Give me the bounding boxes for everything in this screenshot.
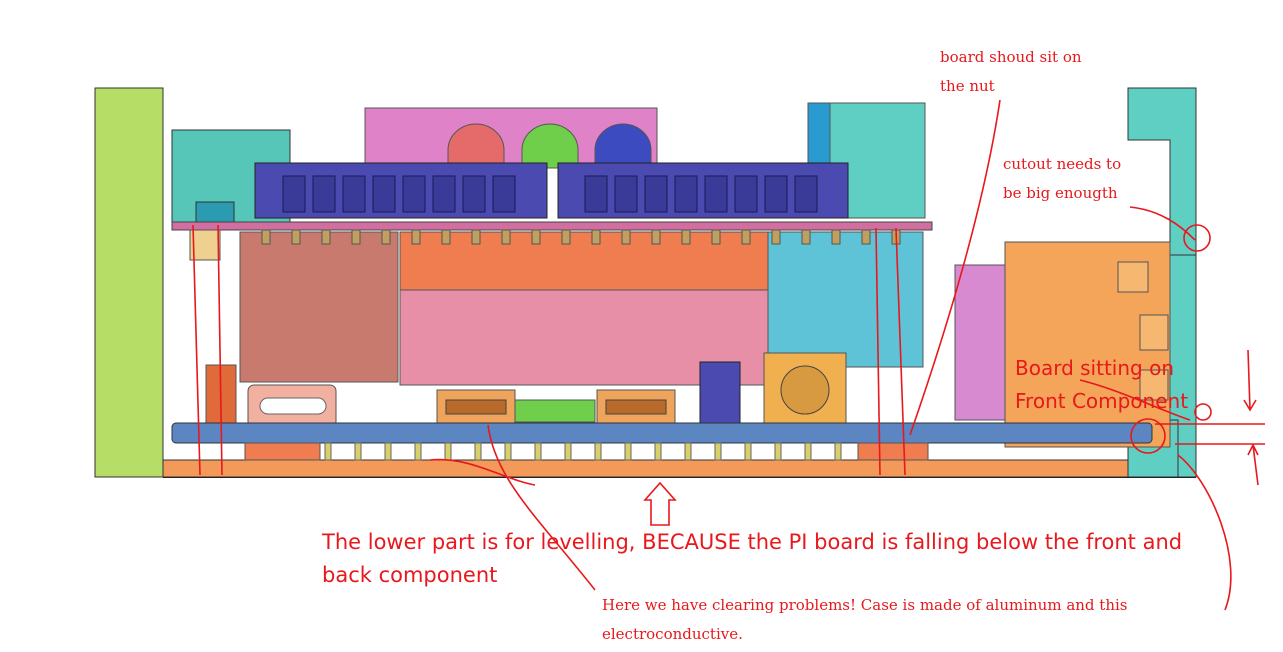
green-component [514,399,596,423]
drawing-canvas: board shoud sit on the nut cutout needs … [0,0,1283,648]
blue-switch [699,361,741,425]
note-clearing-line-1: Here we have clearing problems! Case is … [602,596,1128,614]
note-nut-line-1: board shoud sit on [940,48,1082,66]
note-levelling-line-2: back component [322,563,498,587]
upper-pcb [171,221,933,231]
pink-side-part [954,264,1006,421]
note-cutout: cutout needs to be big enougth [1003,150,1121,208]
note-levelling-line-1: The lower part is for levelling, BECAUSE… [322,530,1183,554]
note-cutout-line-2: be big enougth [1003,184,1118,202]
note-nut-line-2: the nut [940,77,995,95]
note-nut: board shoud sit on the nut [940,43,1082,101]
note-front-component: Board sitting on Front Component [1015,352,1188,418]
note-levelling: The lower part is for levelling, BECAUSE… [322,526,1182,592]
note-front-line-1: Board sitting on [1015,356,1174,380]
base-plate [162,459,1129,478]
note-front-line-2: Front Component [1015,389,1189,413]
right-foot [857,442,929,461]
note-clearing: Here we have clearing problems! Case is … [602,591,1127,649]
note-clearing-line-2: electroconductive. [602,625,743,643]
brown-block [239,231,399,383]
case-left-wall [94,87,164,478]
note-cutout-line-1: cutout needs to [1003,155,1122,173]
left-foot [244,442,321,461]
pi-board [171,422,1153,444]
